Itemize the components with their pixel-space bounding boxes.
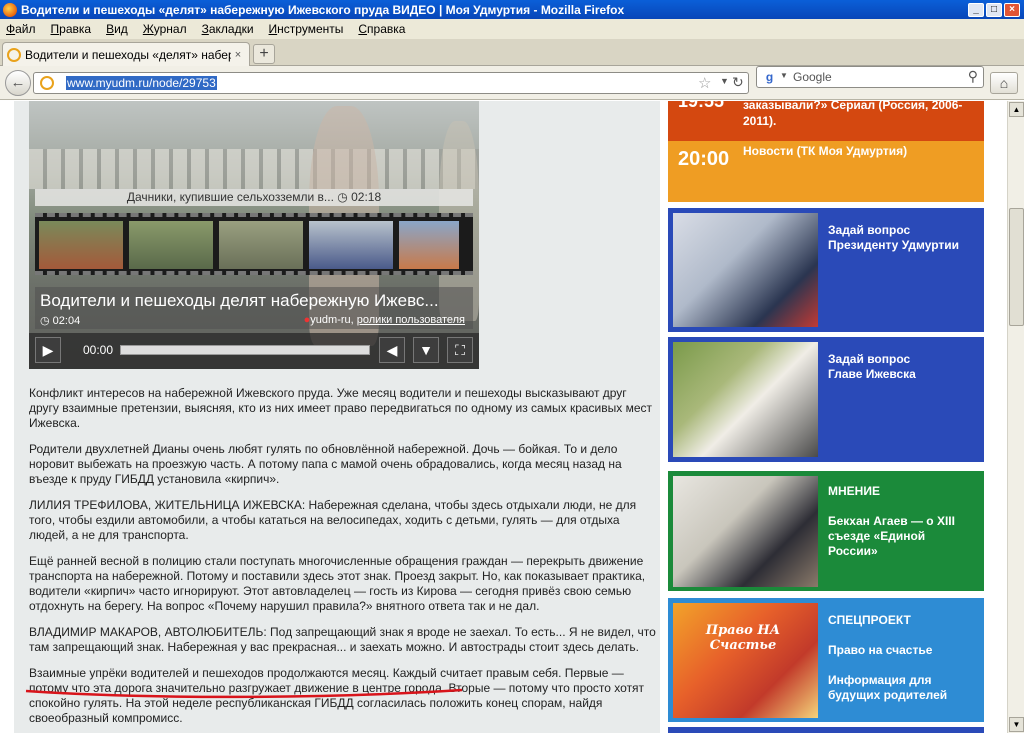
menu-view[interactable]: Вид [106, 22, 128, 36]
menu-tools[interactable]: Инструменты [269, 22, 344, 36]
home-button[interactable]: ⌂ [990, 72, 1018, 94]
page-content: Дачники, купившие сельхозземли в... ◷ 02… [0, 101, 1007, 733]
window-title: Водители и пешеходы «делят» набережную И… [21, 2, 625, 17]
play-button[interactable]: ▶ [35, 337, 61, 363]
promo-opinion[interactable]: МНЕНИЕ Бекхан Агаев — о XIII съезде «Еди… [668, 471, 984, 591]
url-input[interactable]: www.myudm.ru/node/29753 [66, 76, 217, 90]
related-video-title: Дачники, купившие сельхозземли в... [126, 190, 334, 204]
tv-next-time: 20:00 [678, 148, 730, 170]
site-identity-icon[interactable] [40, 76, 54, 90]
video-fence [29, 149, 479, 189]
url-bar[interactable]: www.myudm.ru/node/29753 ☆ ▼ ↻ [33, 72, 749, 94]
volume-button[interactable]: ◀ [379, 337, 405, 363]
clock-icon: ◷ [40, 315, 50, 327]
promo-mayor-line1: Задай вопрос [828, 352, 911, 366]
window-titlebar[interactable]: Водители и пешеходы «делят» набережную И… [0, 0, 1024, 19]
video-thumbnail[interactable] [219, 221, 303, 269]
promo-next[interactable] [668, 727, 984, 733]
reload-icon[interactable]: ↻ [732, 74, 744, 91]
opinion-photo [673, 476, 818, 587]
site-favicon-icon [7, 47, 21, 62]
mayor-photo [673, 342, 818, 457]
menu-file[interactable]: Файл [6, 22, 36, 36]
tv-next-title: Новости (ТК Моя Удмуртия) [743, 144, 908, 158]
video-source: ●yudm-ru, ролики пользователя [304, 314, 465, 326]
player-menu-button[interactable]: ▼ [413, 337, 439, 363]
close-button[interactable]: × [1004, 2, 1020, 17]
president-photo [673, 213, 818, 327]
video-source-name: yudm-ru, [310, 314, 354, 326]
promo-special-head: СПЕЦПРОЕКТ [828, 613, 911, 627]
tab-close-icon[interactable]: × [231, 48, 245, 62]
video-thumbnail[interactable] [39, 221, 123, 269]
search-input[interactable]: Google [793, 70, 832, 84]
tv-program-next[interactable]: 20:00 Новости (ТК Моя Удмуртия) [668, 141, 984, 202]
red-underline-annotation [25, 688, 463, 699]
sidebar: 19:55 заказывали?» Сериал (Россия, 2006-… [668, 101, 986, 733]
search-bar[interactable]: g ▼ Google ⚲ [756, 66, 984, 88]
video-player[interactable]: Дачники, купившие сельхозземли в... ◷ 02… [29, 101, 479, 369]
fullscreen-button[interactable]: ⛶ [447, 337, 473, 363]
promo-opinion-head: МНЕНИЕ [828, 484, 880, 498]
promo-mayor-line2: Главе Ижевска [828, 367, 916, 381]
promo-special-line2: Информация для будущих родителей [828, 673, 948, 702]
scroll-up-button[interactable]: ▲ [1009, 102, 1024, 117]
vertical-scrollbar[interactable]: ▲ ▼ [1007, 101, 1024, 733]
video-filmstrip [35, 213, 473, 275]
menu-edit[interactable]: Правка [51, 22, 92, 36]
article-paragraph: Родители двухлетней Дианы очень любят гу… [29, 442, 622, 486]
maximize-button[interactable]: □ [986, 2, 1002, 17]
menu-help[interactable]: Справка [358, 22, 405, 36]
google-icon[interactable]: g [762, 70, 777, 85]
search-engine-dropdown-icon[interactable]: ▼ [780, 71, 788, 80]
navigation-bar: ← www.myudm.ru/node/29753 ☆ ▼ ↻ g ▼ Goog… [0, 66, 1024, 100]
scroll-thumb[interactable] [1009, 208, 1024, 326]
article-paragraph: Конфликт интересов на набережной Ижевско… [29, 386, 652, 430]
menu-bar: Файл Правка Вид Журнал Закладки Инструме… [0, 19, 1024, 39]
user-videos-link[interactable]: ролики пользователя [357, 314, 465, 326]
video-duration-wrap: ◷ 02:04 [40, 314, 80, 327]
video-title: Водители и пешеходы делят набережную Иже… [40, 291, 439, 310]
article-paragraph: ВЛАДИМИР МАКАРОВ, АВТОЛЮБИТЕЛЬ: Под запр… [29, 625, 656, 654]
menu-bookmarks[interactable]: Закладки [202, 22, 254, 36]
related-video-banner[interactable]: Дачники, купившие сельхозземли в... ◷ 02… [35, 189, 473, 206]
article-paragraph: ЛИЛИЯ ТРЕФИЛОВА, ЖИТЕЛЬНИЦА ИЖЕВСКА: Наб… [29, 498, 637, 542]
tab-current[interactable]: Водители и пешеходы «делят» набереж... × [2, 42, 250, 66]
menu-history[interactable]: Журнал [143, 22, 187, 36]
promo-opinion-text: Бекхан Агаев — о XIII съезде «Единой Рос… [828, 514, 955, 558]
tv-program-prev[interactable]: 19:55 заказывали?» Сериал (Россия, 2006-… [668, 101, 984, 141]
url-dropdown-icon[interactable]: ▼ [720, 76, 729, 86]
new-tab-button[interactable]: + [253, 44, 275, 64]
video-current-time: 00:00 [83, 343, 114, 357]
article-body: Конфликт интересов на набережной Ижевско… [29, 386, 659, 733]
video-seek-bar[interactable] [120, 345, 370, 355]
promo-mayor[interactable]: Задай вопрос Главе Ижевска [668, 337, 984, 462]
tv-prev-time: 19:55 [678, 101, 725, 111]
promo-mayor-text: Задай вопрос Главе Ижевска [828, 352, 916, 382]
related-video-duration: 02:18 [351, 190, 382, 204]
clock-icon: ◷ [337, 190, 348, 204]
video-thumbnail[interactable] [399, 221, 459, 269]
promo-president-text: Задай вопрос Президенту Удмуртии [828, 223, 960, 252]
firefox-icon [3, 2, 17, 17]
video-controls: ▶ 00:00 ◀ ▼ ⛶ [29, 333, 479, 369]
back-button[interactable]: ← [5, 70, 31, 96]
video-thumbnail[interactable] [129, 221, 213, 269]
article-paragraph: Ещё ранней весной в полицию стали поступ… [29, 554, 646, 613]
scroll-down-button[interactable]: ▼ [1009, 717, 1024, 732]
tab-bar: Водители и пешеходы «делят» набереж... ×… [0, 39, 1024, 66]
minimize-button[interactable]: _ [968, 2, 984, 17]
promo-special-line1: Право на счастье [828, 643, 933, 657]
bookmark-star-icon[interactable]: ☆ [698, 74, 711, 92]
search-icon[interactable]: ⚲ [968, 68, 978, 85]
promo-special-project[interactable]: Право НА Счастье СПЕЦПРОЕКТ Право на сча… [668, 598, 984, 722]
tab-label: Водители и пешеходы «делят» набереж... [25, 47, 231, 62]
tv-prev-title: заказывали?» Сериал (Россия, 2006-2011). [743, 101, 963, 128]
video-thumbnail[interactable] [309, 221, 393, 269]
promo-president[interactable]: Задай вопрос Президенту Удмуртии [668, 208, 984, 332]
video-duration: 02:04 [52, 315, 81, 327]
special-project-image: Право НА Счастье [673, 603, 818, 718]
special-project-image-text: Право НА Счастье [705, 623, 781, 653]
video-title-overlay: Водители и пешеходы делят набережную Иже… [35, 287, 473, 329]
